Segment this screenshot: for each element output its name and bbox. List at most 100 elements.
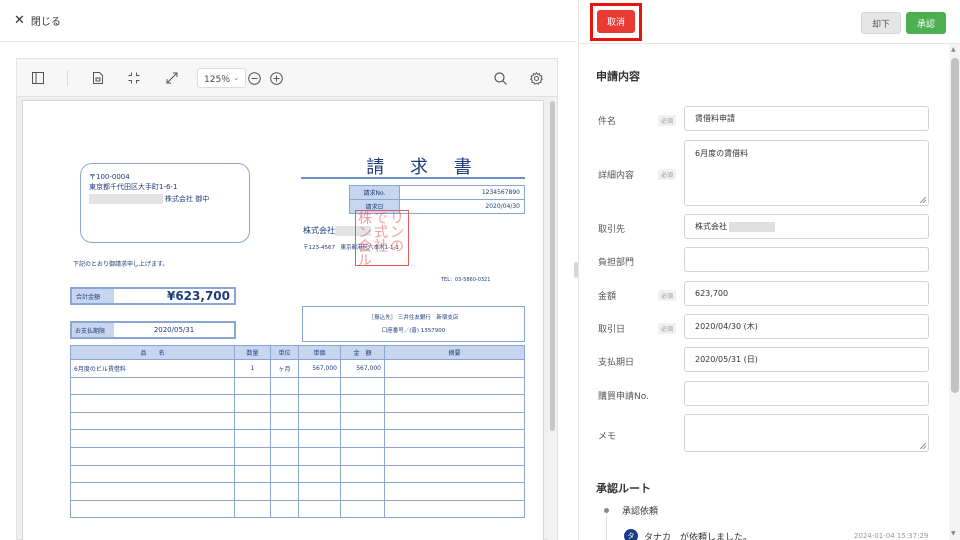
table-cell <box>298 394 341 413</box>
settings-icon[interactable] <box>527 69 545 87</box>
title-underline <box>301 177 525 179</box>
field-label: 取引日 <box>598 325 626 335</box>
route-connector <box>606 516 607 540</box>
company-seal: 株でリン式ン会社のル <box>355 210 409 268</box>
table-cell: 6月度のビル賃借料 <box>70 359 235 378</box>
route-log-time: 2024-01-04 15:37:29 <box>854 532 929 540</box>
resize-grip-icon[interactable] <box>920 197 926 203</box>
table-cell <box>340 429 385 448</box>
expand-icon[interactable] <box>163 69 181 87</box>
column-header: 数量 <box>234 345 271 360</box>
zoom-in-icon[interactable] <box>267 69 285 87</box>
table-row <box>70 482 525 501</box>
table-cell <box>384 376 525 396</box>
scroll-up-icon[interactable]: ▲ <box>951 46 956 53</box>
field-label: 件名 <box>598 117 617 127</box>
table-cell <box>234 499 271 519</box>
form-scrollbar[interactable]: ▲ ▼ <box>949 44 960 540</box>
action-bar: 取消 却下 承認 <box>579 0 960 44</box>
table-cell <box>270 464 299 484</box>
table-row <box>70 464 525 484</box>
fit-screen-icon[interactable] <box>125 69 143 87</box>
recipient-name: 株式会社 御中 <box>165 195 210 203</box>
department-input[interactable] <box>684 247 929 272</box>
table-cell <box>70 446 235 466</box>
scrollbar-thumb[interactable] <box>550 101 555 431</box>
zoom-out-icon[interactable] <box>245 69 263 87</box>
table-cell <box>298 499 341 519</box>
table-cell <box>384 464 525 484</box>
table-cell <box>298 376 341 396</box>
meta-value: 1234567890 <box>399 185 525 200</box>
resize-grip-icon[interactable] <box>920 443 926 449</box>
redacted-block <box>89 194 163 204</box>
table-cell <box>298 429 341 448</box>
recipient-address-box: 〒100-0004 東京都千代田区大手町1-6-1 株式会社 御中 <box>80 163 250 243</box>
table-row <box>70 394 525 413</box>
field-label: メモ <box>598 432 617 442</box>
amount-input[interactable]: 623,700 <box>684 281 929 306</box>
due-date-input[interactable]: 2020/05/31 (日) <box>684 347 929 372</box>
viewer-toolbar: 125％ ⌄ <box>17 59 557 97</box>
issuer-name: 株式会社 <box>303 226 335 235</box>
reject-button[interactable]: 却下 <box>861 12 901 34</box>
items-body: 6月度のビル賃借料 1 ヶ月 567,000 567,000 <box>70 359 525 519</box>
scrollbar-thumb[interactable] <box>951 58 959 393</box>
table-cell <box>70 411 235 431</box>
close-icon[interactable]: ✕ <box>14 14 25 27</box>
chevron-down-icon: ⌄ <box>233 74 240 82</box>
table-cell <box>384 411 525 431</box>
total-label: 合計金額 <box>72 289 114 303</box>
scroll-down-icon[interactable]: ▼ <box>951 530 956 537</box>
trade-date-input[interactable]: 2020/04/30 (木) <box>684 314 929 339</box>
table-cell <box>384 359 525 378</box>
table-cell <box>70 394 235 413</box>
table-cell <box>340 376 385 396</box>
field-label: 購買申請No. <box>598 392 649 402</box>
close-button[interactable]: 閉じる <box>31 13 61 28</box>
table-cell <box>298 446 341 466</box>
table-cell <box>270 394 299 413</box>
table-cell <box>384 499 525 519</box>
table-cell <box>270 499 299 519</box>
table-cell: 567,000 <box>298 359 341 378</box>
table-cell <box>70 429 235 448</box>
table-cell <box>270 376 299 396</box>
vendor-value: 株式会社 <box>695 222 727 231</box>
route-log-text: タナカ が依頼しました。 <box>644 533 753 540</box>
sidebar-toggle-icon[interactable] <box>29 69 47 87</box>
document-icon[interactable] <box>89 69 107 87</box>
total-amount-box: 合計金額 ¥623,700 <box>70 287 236 305</box>
cancel-button[interactable]: 取消 <box>597 10 635 33</box>
table-cell <box>384 482 525 501</box>
zoom-value: 125％ <box>204 74 231 85</box>
table-cell <box>70 499 235 519</box>
details-textarea[interactable]: 6月度の賃借料 <box>684 140 929 206</box>
purchase-no-input[interactable] <box>684 381 929 406</box>
approve-button[interactable]: 承認 <box>906 12 946 34</box>
meta-row: 請求No. 1234567890 <box>349 185 525 200</box>
table-row: 6月度のビル賃借料 1 ヶ月 567,000 567,000 <box>70 359 525 378</box>
table-row <box>70 446 525 466</box>
invoice-title: 請 求 書 <box>366 157 482 178</box>
memo-textarea[interactable] <box>684 414 929 452</box>
zoom-select[interactable]: 125％ ⌄ <box>197 68 247 88</box>
invoice-page: 〒100-0004 東京都千代田区大手町1-6-1 株式会社 御中 請 求 書 … <box>22 100 544 540</box>
search-icon[interactable] <box>491 69 509 87</box>
viewer-scrollbar[interactable] <box>548 97 557 540</box>
subject-input[interactable]: 賃借料申請 <box>684 106 929 131</box>
table-cell: ヶ月 <box>270 359 299 378</box>
table-cell <box>384 429 525 448</box>
section-title: 申請内容 <box>596 70 640 83</box>
table-cell <box>270 411 299 431</box>
table-row <box>70 499 525 519</box>
column-header: 摘要 <box>384 345 525 360</box>
table-cell <box>340 482 385 501</box>
vendor-input[interactable]: 株式会社 <box>684 214 929 239</box>
issuer-tel: TEL：03-5860-0321 <box>441 277 491 283</box>
table-cell <box>340 411 385 431</box>
request-pane: 取消 却下 承認 申請内容 件名 必須 賃借料申請 詳細内容 必須 6月度の賃借… <box>578 0 960 540</box>
required-badge: 必須 <box>658 169 677 180</box>
table-cell <box>234 482 271 501</box>
bank-info-box: ［振込先］ 三井住友銀行 新宿支店 口座番号／(普) 1357900 <box>302 306 525 342</box>
